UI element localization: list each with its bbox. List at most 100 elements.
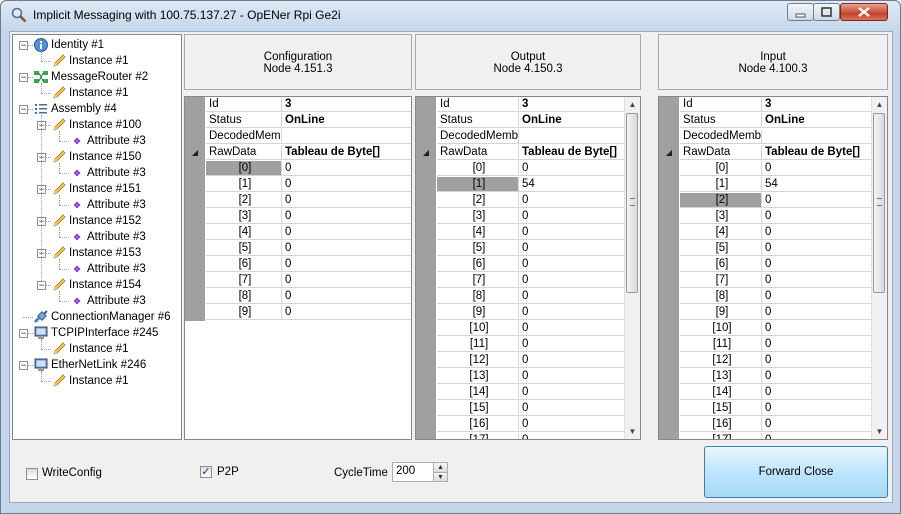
raw-byte-row[interactable]: [6] 0 bbox=[185, 257, 411, 273]
byte-value[interactable]: 0 bbox=[519, 257, 625, 272]
raw-byte-row[interactable]: [7] 0 bbox=[416, 273, 625, 289]
collapse-icon[interactable]: − bbox=[37, 281, 46, 290]
raw-byte-row[interactable]: [4] 0 bbox=[659, 225, 872, 241]
vertical-scrollbar[interactable]: ▲ ▼ bbox=[871, 97, 887, 439]
byte-value[interactable]: 0 bbox=[282, 257, 411, 272]
raw-byte-row[interactable]: [7] 0 bbox=[185, 273, 411, 289]
stepper-down-icon[interactable]: ▼ bbox=[433, 472, 447, 481]
raw-byte-row[interactable]: [16] 0 bbox=[416, 417, 625, 433]
property-grid[interactable]: Id3StatusOnLineDecodedMember◢RawDataTabl… bbox=[184, 96, 412, 440]
byte-value[interactable]: 0 bbox=[762, 321, 872, 336]
byte-value[interactable]: 0 bbox=[762, 385, 872, 400]
raw-byte-row[interactable]: [13] 0 bbox=[416, 369, 625, 385]
raw-byte-row[interactable]: [11] 0 bbox=[416, 337, 625, 353]
raw-byte-row[interactable]: [9] 0 bbox=[416, 305, 625, 321]
tree-node[interactable]: − Instance #150 bbox=[13, 149, 179, 165]
byte-value[interactable]: 0 bbox=[282, 289, 411, 304]
raw-byte-row[interactable]: [12] 0 bbox=[416, 353, 625, 369]
property-value[interactable]: Tableau de Byte[] bbox=[762, 145, 872, 160]
raw-byte-row[interactable]: [14] 0 bbox=[416, 385, 625, 401]
raw-byte-row[interactable]: [2] 0 bbox=[416, 193, 625, 209]
property-row[interactable]: ◢ RawData Tableau de Byte[] bbox=[659, 145, 872, 161]
raw-byte-row[interactable]: [12] 0 bbox=[659, 353, 872, 369]
tree-node[interactable]: − Instance #100 bbox=[13, 117, 179, 133]
object-tree[interactable]: − Identity #1 Instance #1 − MessageRouter #2… bbox=[12, 34, 182, 440]
collapse-icon[interactable]: − bbox=[19, 329, 28, 338]
raw-byte-row[interactable]: [9] 0 bbox=[659, 305, 872, 321]
byte-value[interactable]: 0 bbox=[519, 289, 625, 304]
property-value[interactable]: Tableau de Byte[] bbox=[282, 145, 411, 160]
tree-node[interactable]: Instance #1 bbox=[13, 85, 179, 101]
property-row[interactable]: Id 3 bbox=[416, 97, 625, 113]
property-row[interactable]: Status OnLine bbox=[416, 113, 625, 129]
raw-byte-row[interactable]: [8] 0 bbox=[416, 289, 625, 305]
byte-value[interactable]: 0 bbox=[519, 209, 625, 224]
byte-value[interactable]: 0 bbox=[519, 433, 625, 439]
raw-byte-row[interactable]: [9] 0 bbox=[185, 305, 411, 321]
property-value[interactable]: Tableau de Byte[] bbox=[519, 145, 625, 160]
scrollbar-thumb[interactable] bbox=[873, 113, 885, 293]
byte-value[interactable]: 0 bbox=[519, 225, 625, 240]
raw-byte-row[interactable]: [4] 0 bbox=[185, 225, 411, 241]
raw-byte-row[interactable]: [6] 0 bbox=[659, 257, 872, 273]
raw-byte-row[interactable]: [8] 0 bbox=[185, 289, 411, 305]
raw-byte-row[interactable]: [16] 0 bbox=[659, 417, 872, 433]
byte-value[interactable]: 0 bbox=[519, 161, 625, 176]
raw-byte-row[interactable]: [15] 0 bbox=[416, 401, 625, 417]
raw-byte-row[interactable]: [10] 0 bbox=[416, 321, 625, 337]
byte-value[interactable]: 0 bbox=[519, 273, 625, 288]
tree-node[interactable]: − MessageRouter #2 bbox=[13, 69, 179, 85]
property-row[interactable]: Status OnLine bbox=[659, 113, 872, 129]
tree-node[interactable]: − Instance #154 bbox=[13, 277, 179, 293]
byte-value[interactable]: 0 bbox=[519, 241, 625, 256]
raw-byte-row[interactable]: [14] 0 bbox=[659, 385, 872, 401]
tree-node[interactable]: Instance #1 bbox=[13, 341, 179, 357]
byte-value[interactable]: 0 bbox=[762, 417, 872, 432]
byte-value[interactable]: 0 bbox=[519, 337, 625, 352]
byte-value[interactable]: 0 bbox=[762, 161, 872, 176]
byte-value[interactable]: 0 bbox=[282, 193, 411, 208]
tree-node[interactable]: Instance #1 bbox=[13, 53, 179, 69]
raw-byte-row[interactable]: [7] 0 bbox=[659, 273, 872, 289]
tree-node[interactable]: Instance #1 bbox=[13, 373, 179, 389]
property-value[interactable]: 3 bbox=[762, 97, 872, 112]
byte-value[interactable]: 54 bbox=[762, 177, 872, 192]
property-grid[interactable]: Id3StatusOnLineDecodedMember◢RawDataTabl… bbox=[658, 96, 888, 440]
tree-node[interactable]: − Assembly #4 bbox=[13, 101, 179, 117]
raw-byte-row[interactable]: [1] 54 bbox=[416, 177, 625, 193]
byte-value[interactable]: 54 bbox=[519, 177, 625, 192]
byte-value[interactable]: 0 bbox=[519, 417, 625, 432]
tree-node[interactable]: Attribute #3 bbox=[13, 165, 179, 181]
byte-value[interactable]: 0 bbox=[519, 385, 625, 400]
raw-byte-row[interactable]: [17] 0 bbox=[659, 433, 872, 439]
property-row[interactable]: DecodedMember bbox=[659, 129, 872, 145]
property-value[interactable] bbox=[282, 129, 411, 144]
tree-node[interactable]: − Identity #1 bbox=[13, 37, 179, 53]
byte-value[interactable]: 0 bbox=[282, 161, 411, 176]
property-value[interactable] bbox=[762, 129, 872, 144]
tree-node[interactable]: − EtherNetLink #246 bbox=[13, 357, 179, 373]
property-row[interactable]: Status OnLine bbox=[185, 113, 411, 129]
byte-value[interactable]: 0 bbox=[519, 193, 625, 208]
expand-triangle-icon[interactable]: ◢ bbox=[185, 145, 205, 161]
scroll-down-icon[interactable]: ▼ bbox=[872, 424, 887, 439]
byte-value[interactable]: 0 bbox=[762, 433, 872, 439]
byte-value[interactable]: 0 bbox=[519, 321, 625, 336]
tree-node[interactable]: Attribute #3 bbox=[13, 229, 179, 245]
forward-close-button[interactable]: Forward Close bbox=[704, 446, 888, 498]
scroll-up-icon[interactable]: ▲ bbox=[872, 97, 887, 112]
property-value[interactable] bbox=[519, 129, 625, 144]
byte-value[interactable]: 0 bbox=[282, 305, 411, 320]
byte-value[interactable]: 0 bbox=[762, 193, 872, 208]
byte-value[interactable]: 0 bbox=[519, 305, 625, 320]
vertical-scrollbar[interactable]: ▲ ▼ bbox=[624, 97, 640, 439]
tree-node[interactable]: Attribute #3 bbox=[13, 261, 179, 277]
raw-byte-row[interactable]: [15] 0 bbox=[659, 401, 872, 417]
property-value[interactable]: OnLine bbox=[762, 113, 872, 128]
byte-value[interactable]: 0 bbox=[762, 241, 872, 256]
tree-node[interactable]: ConnectionManager #6 bbox=[13, 309, 179, 325]
scroll-up-icon[interactable]: ▲ bbox=[625, 97, 640, 112]
raw-byte-row[interactable]: [0] 0 bbox=[185, 161, 411, 177]
raw-byte-row[interactable]: [10] 0 bbox=[659, 321, 872, 337]
byte-value[interactable]: 0 bbox=[762, 209, 872, 224]
